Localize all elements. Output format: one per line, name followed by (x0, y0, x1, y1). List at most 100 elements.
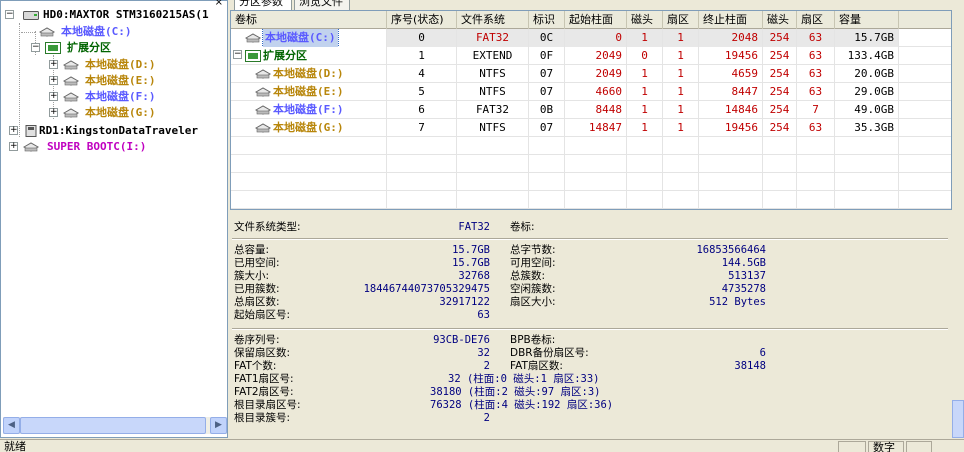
cell-start-sec: 1 (663, 119, 699, 137)
col-header-start-head[interactable]: 磁头 (627, 11, 663, 29)
partition-name: 本地磁盘(C:) (262, 29, 339, 47)
partition-icon (23, 142, 39, 152)
partition-table: 卷标 序号(状态) 文件系统 标识 起始柱面 磁头 扇区 终止柱面 磁头 扇区 … (230, 10, 952, 210)
fat1-sector-value: 32 (柱面:0 磁头:1 扇区:33) (448, 373, 600, 385)
partition-row[interactable]: 本地磁盘(D:) 4 NTFS 07 2049 1 1 4659 254 63 20.0GB (231, 65, 951, 83)
empty-cell (699, 137, 763, 155)
expand-toggle[interactable]: + (49, 60, 58, 69)
partition-icon (255, 123, 271, 133)
cell-end-cyl: 19456 (699, 119, 763, 137)
expand-toggle[interactable]: + (9, 142, 18, 151)
col-header-end-sec[interactable]: 扇区 (797, 11, 835, 29)
empty-cell (387, 191, 457, 209)
empty-cell (565, 191, 627, 209)
cell-start-sec: 1 (663, 83, 699, 101)
start-sector-label: 起始扇区号: (234, 309, 291, 321)
partition-detail-pane: 分区参数 浏览文件 卷标 序号(状态) 文件系统 标识 起始柱面 磁头 扇区 终… (230, 0, 952, 438)
empty-cell (763, 191, 797, 209)
expand-toggle[interactable]: + (49, 108, 58, 117)
empty-cell (627, 173, 663, 191)
collapse-toggle[interactable]: − (5, 10, 14, 19)
scroll-left-icon[interactable]: ◀ (3, 417, 20, 434)
total-bytes-value: 16853566464 (696, 244, 766, 256)
cell-seq: 0 (387, 29, 457, 47)
total-bytes-label: 总字节数: (510, 244, 556, 256)
col-header-id[interactable]: 标识 (529, 11, 565, 29)
empty-cell (565, 137, 627, 155)
empty-row (231, 173, 951, 191)
empty-cell (663, 173, 699, 191)
cell-start-cyl: 14847 (565, 119, 627, 137)
used-clusters-value: 18446744073705329475 (363, 283, 490, 295)
sector-size-label: 扇区大小: (510, 296, 556, 308)
expand-toggle[interactable]: + (9, 126, 18, 135)
cell-id: 0C (529, 29, 565, 47)
fat-sectors-label: FAT扇区数: (510, 360, 563, 372)
empty-cell (763, 155, 797, 173)
tree-node-label: 本地磁盘(C:) (61, 25, 132, 38)
cell-start-head: 0 (627, 47, 663, 65)
col-header-seq[interactable]: 序号(状态) (387, 11, 457, 29)
total-capacity-value: 15.7GB (452, 244, 490, 256)
dbr-backup-value: 6 (759, 347, 766, 359)
col-header-volume[interactable]: 卷标 (231, 11, 387, 29)
tree-horizontal-scrollbar[interactable]: ◀ ▶ (3, 417, 227, 434)
cell-start-cyl: 2049 (565, 65, 627, 83)
cell-end-sec: 63 (797, 119, 835, 137)
divider (232, 238, 948, 240)
hdd-icon (23, 11, 39, 20)
empty-row (231, 155, 951, 173)
status-text: 就绪 (4, 440, 26, 452)
empty-cell (763, 137, 797, 155)
col-header-start-sec[interactable]: 扇区 (663, 11, 699, 29)
disk-tree: − HD0:MAXTOR STM3160215AS(1 本地磁盘(C:) − 扩… (1, 7, 227, 415)
collapse-toggle[interactable]: − (31, 43, 40, 52)
used-space-label: 已用空间: (234, 257, 280, 269)
free-clusters-label: 空闲簇数: (510, 283, 556, 295)
partition-icon (255, 69, 271, 79)
cell-capacity: 133.4GB (835, 47, 899, 65)
col-header-fs[interactable]: 文件系统 (457, 11, 529, 29)
empty-cell (763, 173, 797, 191)
empty-cell (387, 137, 457, 155)
scroll-thumb[interactable] (20, 417, 206, 434)
tab-partition-params[interactable]: 分区参数 (234, 0, 292, 10)
free-space-value: 144.5GB (721, 257, 766, 269)
empty-cell (663, 137, 699, 155)
usb-drive-icon (25, 125, 37, 137)
cell-id: 07 (529, 83, 565, 101)
cell-start-cyl: 0 (565, 29, 627, 47)
expand-toggle[interactable]: + (49, 76, 58, 85)
total-capacity-label: 总容量: (234, 244, 270, 256)
tab-browse-files[interactable]: 浏览文件 (294, 0, 350, 10)
partition-row[interactable]: 本地磁盘(C:) 0 FAT32 0C 0 1 1 2048 254 63 15.7GB (231, 29, 951, 47)
start-sector-value: 63 (477, 309, 490, 321)
empty-cell (835, 137, 899, 155)
tree-node-label: 本地磁盘(F:) (85, 90, 156, 103)
cell-start-sec: 1 (663, 47, 699, 65)
empty-cell (627, 191, 663, 209)
empty-cell (387, 173, 457, 191)
partition-row[interactable]: 本地磁盘(E:) 5 NTFS 07 4660 1 1 8447 254 63 29.0GB (231, 83, 951, 101)
empty-cell (835, 191, 899, 209)
empty-cell (797, 191, 835, 209)
collapse-toggle[interactable]: − (233, 50, 242, 59)
tree-connector (19, 23, 20, 137)
expand-toggle[interactable]: + (49, 92, 58, 101)
col-header-capacity[interactable]: 容量 (835, 11, 899, 29)
bpb-label: BPB卷标: (510, 334, 556, 346)
partition-row[interactable]: 本地磁盘(G:) 7 NTFS 07 14847 1 1 19456 254 63 35.3GB (231, 119, 951, 137)
cell-id: 0B (529, 101, 565, 119)
col-header-start-cyl[interactable]: 起始柱面 (565, 11, 627, 29)
empty-cell (627, 137, 663, 155)
partition-row[interactable]: − 扩展分区 1 EXTEND 0F 2049 0 1 19456 254 63 133.4GB (231, 47, 951, 65)
cell-start-head: 1 (627, 29, 663, 47)
partition-icon (39, 27, 55, 37)
scroll-right-icon[interactable]: ▶ (210, 417, 227, 434)
col-header-end-cyl[interactable]: 终止柱面 (699, 11, 763, 29)
col-header-end-head[interactable]: 磁头 (763, 11, 797, 29)
partition-name: 本地磁盘(E:) (273, 85, 344, 98)
vertical-scrollbar[interactable] (952, 400, 964, 438)
partition-icon (63, 76, 79, 86)
partition-row[interactable]: 本地磁盘(F:) 6 FAT32 0B 8448 1 1 14846 254 7 49.0GB (231, 101, 951, 119)
